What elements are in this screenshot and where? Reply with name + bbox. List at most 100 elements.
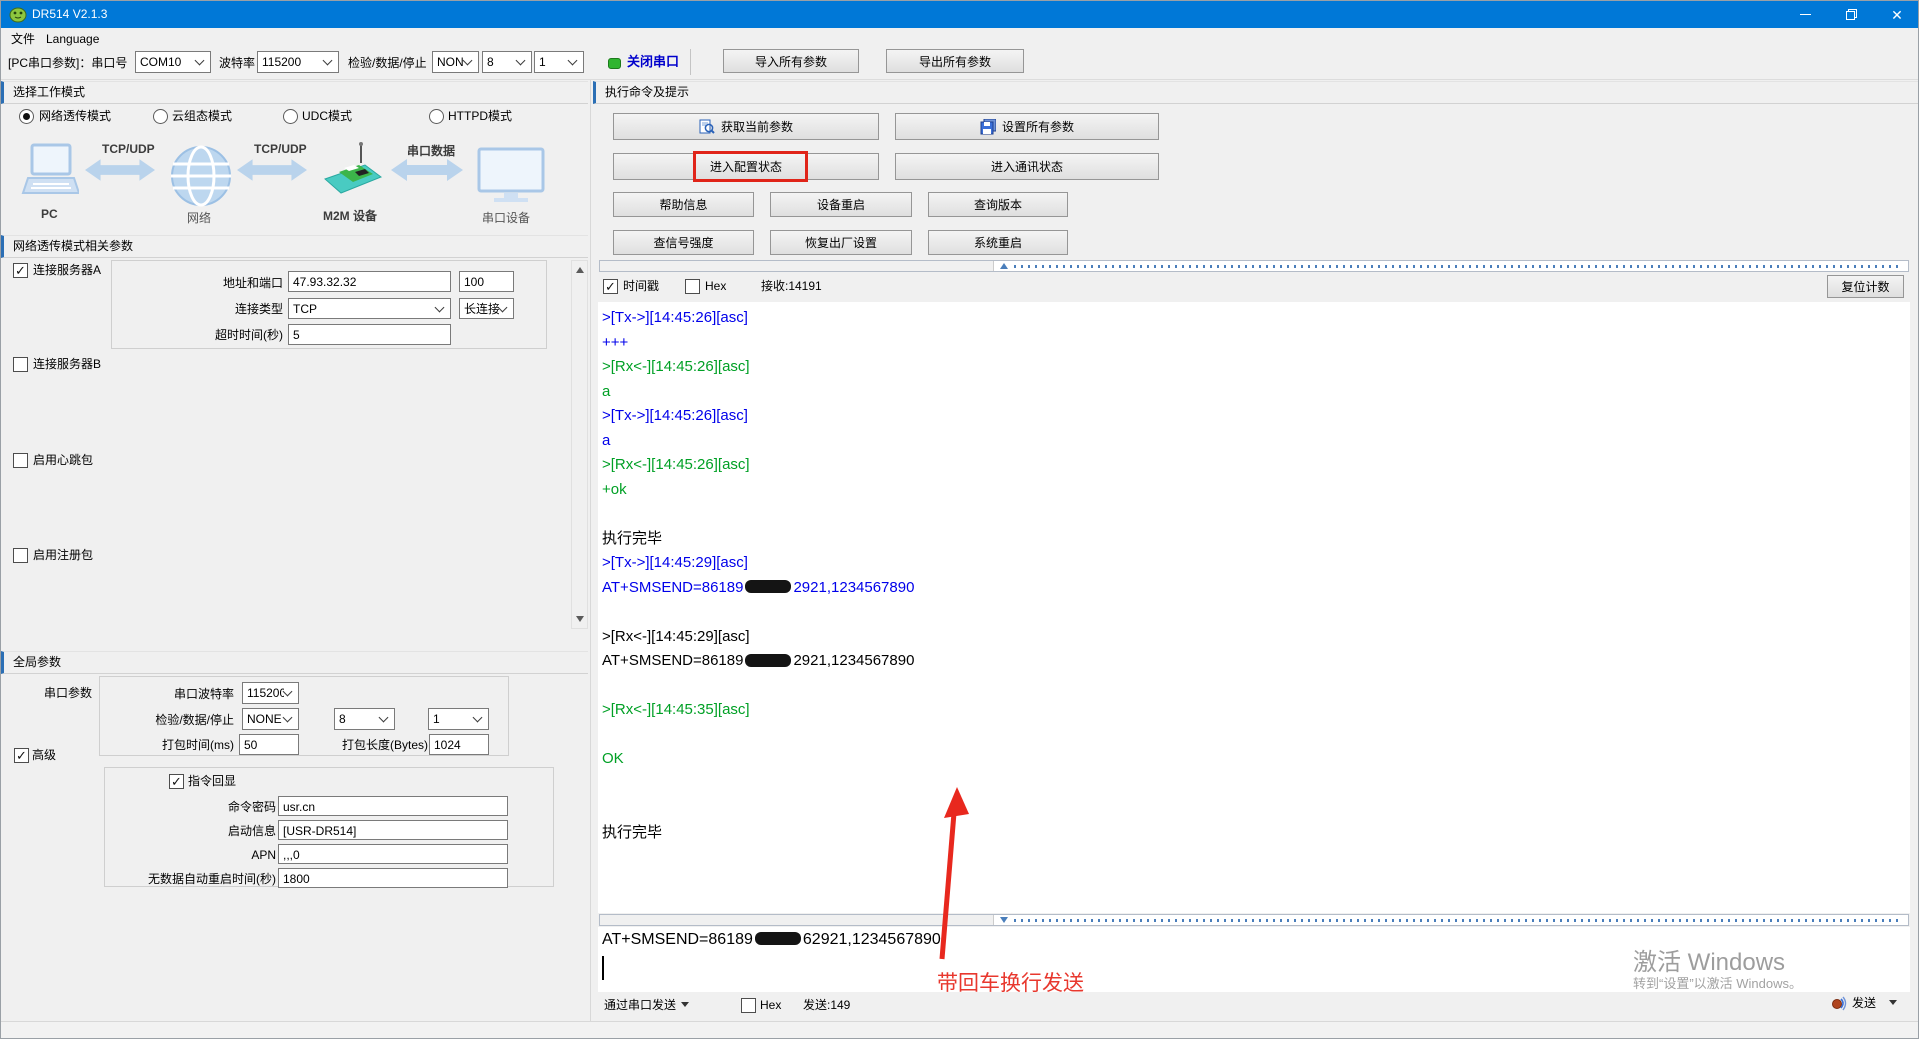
radio-cloud-mode[interactable] [153,109,168,124]
echo-checkbox[interactable] [169,774,184,789]
stopbits-select[interactable]: 1 [534,51,584,73]
pc-serial-label: [PC串口参数]：串口号 [8,55,127,71]
timeout-field[interactable]: 5 [288,324,451,345]
close-port-button[interactable]: 关闭串口 [627,54,679,70]
restore-icon [1846,9,1857,20]
server-a-address-field[interactable]: 47.93.32.32 [288,271,451,292]
export-all-params-button[interactable]: 导出所有参数 [886,49,1024,73]
com-port-select[interactable]: COM10 [135,51,211,73]
packlen-field[interactable]: 1024 [429,734,489,755]
minimize-button[interactable] [1782,1,1828,28]
close-icon: ✕ [1891,8,1903,22]
bootinfo-field[interactable]: [USR-DR514] [278,820,508,840]
radio-label-cloud[interactable]: 云组态模式 [172,108,232,124]
uart-parity-select[interactable]: NONE [242,708,299,730]
scroll-up-icon[interactable] [576,267,584,273]
censored-blob [755,932,801,945]
server-b-label: 连接服务器B [33,356,101,372]
chevron-down-icon [681,1002,689,1007]
get-params-label: 获取当前参数 [721,118,793,135]
device-reboot-button[interactable]: 设备重启 [770,192,912,217]
log-line [602,502,1910,527]
pc-laptop-icon [21,143,79,203]
apn-field[interactable]: ,,,0 [278,844,508,864]
packtime-field[interactable]: 50 [239,734,299,755]
double-arrow-icon [391,159,463,181]
send-icon [1831,995,1847,1011]
radio-httpd-mode[interactable] [429,109,444,124]
serial-device-monitor-icon [477,147,547,205]
menu-language[interactable]: Language [42,30,103,48]
advanced-checkbox[interactable] [14,748,29,763]
server-a-port-field[interactable]: 100 [459,271,514,292]
conn-type-select[interactable]: TCP [288,298,451,319]
factory-reset-button[interactable]: 恢复出厂设置 [770,230,912,255]
import-all-params-button[interactable]: 导入所有参数 [723,49,859,73]
restore-button[interactable] [1828,1,1874,28]
idle-restart-field[interactable]: 1800 [278,868,508,888]
query-version-button[interactable]: 查询版本 [928,192,1068,217]
keep-alive-select[interactable]: 长连接 [459,298,514,319]
server-b-checkbox[interactable] [13,357,28,372]
log-line: a [602,429,1910,454]
set-params-label: 设置所有参数 [1002,118,1074,135]
get-params-button[interactable]: 获取当前参数 [613,113,879,140]
search-document-icon [699,119,715,135]
menu-file[interactable]: 文件 [7,30,39,48]
cmdpwd-field[interactable]: usr.cn [278,796,508,816]
scroll-down-icon[interactable] [576,616,584,622]
cmdpwd-label: 命令密码 [176,799,276,815]
uart-stopbits-select[interactable]: 1 [428,708,489,730]
send-button[interactable]: 发送 [1831,994,1897,1011]
system-reboot-button[interactable]: 系统重启 [928,230,1068,255]
set-params-button[interactable]: 设置所有参数 [895,113,1159,140]
reset-count-button[interactable]: 复位计数 [1827,275,1904,298]
app-window: DR514 V2.1.3 ✕ 文件 Language [PC串口参数]：串口号 … [0,0,1919,1039]
censored-blob [745,580,791,593]
signal-strength-button[interactable]: 查信号强度 [613,230,754,255]
parity-select[interactable]: NONI [432,51,479,73]
uart-baud-select[interactable]: 115200 [242,682,299,704]
radio-udc-mode[interactable] [283,109,298,124]
app-icon [9,7,27,23]
close-button[interactable]: ✕ [1874,1,1919,28]
log-line: +++ [602,331,1910,356]
log-line: >[Tx->][14:45:26][asc] [602,306,1910,331]
baud-select[interactable]: 115200 [257,51,339,73]
log-bottom-splitter[interactable] [599,914,1909,926]
log-top-splitter[interactable] [599,260,1909,272]
log-output[interactable]: >[Tx->][14:45:26][asc]+++>[Rx<-][14:45:2… [598,302,1910,913]
radio-label-httpd[interactable]: HTTPD模式 [448,108,512,124]
log-line: +ok [602,478,1910,503]
chevron-down-icon [1889,1000,1897,1005]
chevron-down-icon [463,56,473,66]
window-title: DR514 V2.1.3 [32,1,107,28]
chevron-down-icon [568,56,578,66]
node-label-network: 网络 [187,209,211,226]
panel-divider [590,80,591,1021]
advanced-label: 高级 [32,747,56,763]
log-line: >[Tx->][14:45:26][asc] [602,404,1910,429]
left-panel-scrollbar[interactable] [571,260,588,629]
radio-label-udc[interactable]: UDC模式 [302,108,352,124]
hex-display-checkbox[interactable] [685,279,700,294]
uart-databits-select[interactable]: 8 [334,708,395,730]
help-info-button[interactable]: 帮助信息 [613,192,754,217]
link-label-tcp-udp-1: TCP/UDP [102,142,155,156]
send-hex-checkbox[interactable] [741,998,756,1013]
radio-label-net-transparent[interactable]: 网络透传模式 [39,108,111,124]
log-line: >[Tx->][14:45:29][asc] [602,551,1910,576]
radio-net-transparent-mode[interactable] [19,109,34,124]
send-via-serial-button[interactable]: 通过串口发送 [604,996,689,1013]
regpack-label: 启用注册包 [33,547,93,563]
enter-comm-button[interactable]: 进入通讯状态 [895,153,1159,180]
timestamp-checkbox[interactable] [603,279,618,294]
node-label-m2m: M2M 设备 [323,207,377,224]
databits-select[interactable]: 8 [482,51,532,73]
addr-port-label: 地址和端口 [121,275,283,291]
splitter-up-icon [1000,263,1008,269]
server-a-checkbox[interactable] [13,263,28,278]
heartbeat-checkbox[interactable] [13,453,28,468]
window-bottom-strip [1,1021,1919,1039]
regpack-checkbox[interactable] [13,548,28,563]
